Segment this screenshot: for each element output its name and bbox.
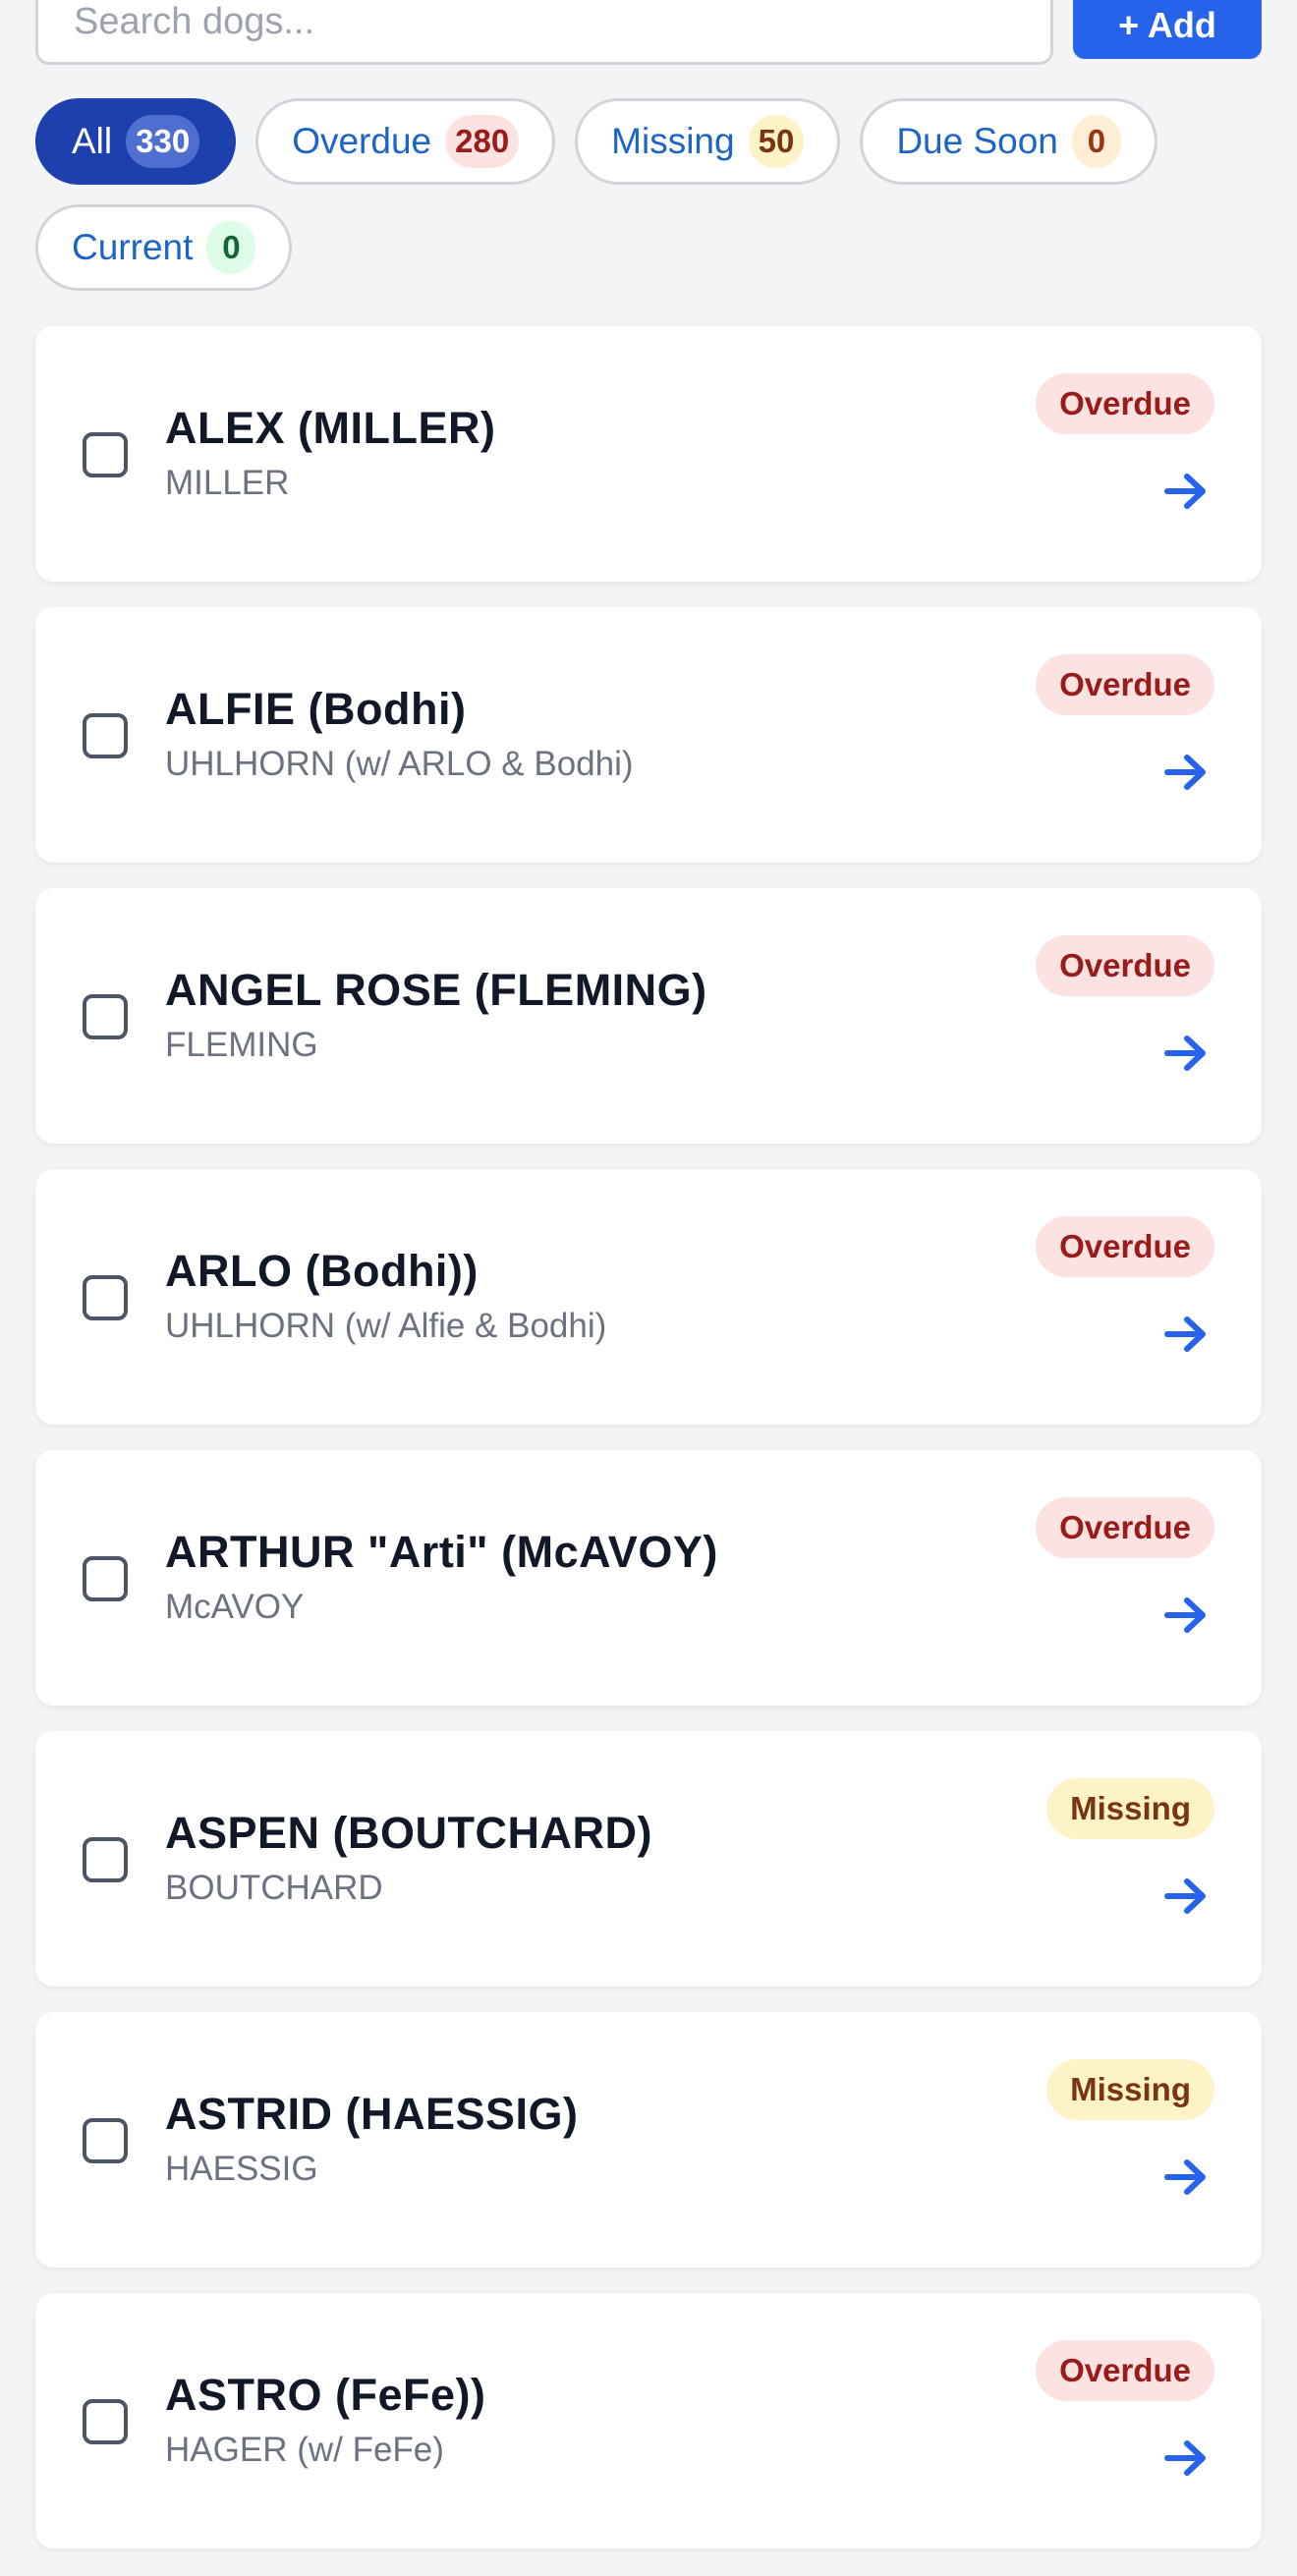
dog-card[interactable]: ASTRID (HAESSIG) HAESSIG Missing bbox=[35, 2012, 1262, 2268]
select-checkbox[interactable] bbox=[83, 1837, 128, 1882]
dog-card[interactable]: ARLO (Bodhi)) UHLHORN (w/ Alfie & Bodhi) O… bbox=[35, 1169, 1262, 1425]
status-badge: Overdue bbox=[1036, 1497, 1214, 1558]
owner-name: BOUTCHARD bbox=[165, 1869, 383, 1907]
select-checkbox[interactable] bbox=[83, 1556, 128, 1601]
arrow-right-icon[interactable] bbox=[1163, 1876, 1211, 1916]
status-badge: Missing bbox=[1046, 2059, 1214, 2120]
dog-name: ASTRO (FeFe)) bbox=[165, 2370, 486, 2420]
filter-chip-label: All bbox=[72, 121, 113, 161]
owner-name: HAGER (w/ FeFe) bbox=[165, 2431, 444, 2469]
dog-card[interactable]: ALFIE (Bodhi) UHLHORN (w/ ARLO & Bodhi) Ov… bbox=[35, 607, 1262, 863]
select-checkbox[interactable] bbox=[83, 1275, 128, 1320]
dog-card[interactable]: ALEX (MILLER) MILLER Overdue bbox=[35, 326, 1262, 582]
dog-name: ASPEN (BOUTCHARD) bbox=[165, 1808, 652, 1858]
status-badge: Overdue bbox=[1036, 1216, 1214, 1277]
filter-chip-count: 0 bbox=[206, 221, 256, 274]
arrow-right-icon[interactable] bbox=[1163, 1315, 1211, 1354]
owner-name: McAVOY bbox=[165, 1588, 305, 1626]
select-checkbox[interactable] bbox=[83, 2399, 128, 2444]
filter-chip-label: Current bbox=[72, 227, 194, 267]
filter-chip-count: 0 bbox=[1071, 115, 1121, 168]
status-badge: Missing bbox=[1046, 1778, 1214, 1839]
arrow-right-icon[interactable] bbox=[1163, 1596, 1211, 1635]
filter-chip-label: Missing bbox=[611, 121, 735, 161]
filter-chip-current[interactable]: Current 0 bbox=[35, 204, 293, 291]
arrow-right-icon[interactable] bbox=[1163, 2438, 1211, 2478]
dog-card[interactable]: ASTRO (FeFe)) HAGER (w/ FeFe) Overdue bbox=[35, 2293, 1262, 2548]
status-badge: Overdue bbox=[1036, 373, 1214, 434]
filter-chips: All 330 Overdue 280 Missing 50 Due Soon 0 Curren… bbox=[35, 98, 1264, 291]
filter-chip-count: 280 bbox=[445, 115, 520, 168]
filter-chip-count: 50 bbox=[748, 115, 805, 168]
status-badge: Overdue bbox=[1036, 654, 1214, 715]
dog-card[interactable]: ASPEN (BOUTCHARD) BOUTCHARD Missing bbox=[35, 1731, 1262, 1987]
filter-chip-label: Overdue bbox=[292, 121, 432, 161]
dog-name: ASTRID (HAESSIG) bbox=[165, 2089, 579, 2139]
arrow-right-icon[interactable] bbox=[1163, 753, 1211, 792]
owner-name: FLEMING bbox=[165, 1026, 318, 1064]
dog-name: ANGEL ROSE (FLEMING) bbox=[165, 965, 707, 1015]
status-badge: Overdue bbox=[1036, 2340, 1214, 2401]
arrow-right-icon[interactable] bbox=[1163, 1034, 1211, 1073]
arrow-right-icon[interactable] bbox=[1163, 2157, 1211, 2197]
search-input[interactable] bbox=[35, 0, 1053, 65]
owner-name: UHLHORN (w/ Alfie & Bodhi) bbox=[165, 1307, 607, 1345]
select-checkbox[interactable] bbox=[83, 432, 128, 477]
dog-list: ALEX (MILLER) MILLER Overdue ALFIE (Bodhi) U… bbox=[35, 326, 1262, 2574]
filter-chip-due-soon[interactable]: Due Soon 0 bbox=[860, 98, 1157, 185]
filter-chip-missing[interactable]: Missing 50 bbox=[575, 98, 841, 185]
dog-card[interactable]: ARTHUR "Arti" (McAVOY) McAVOY Overdue bbox=[35, 1450, 1262, 1706]
owner-name: HAESSIG bbox=[165, 2150, 318, 2188]
filter-chip-overdue[interactable]: Overdue 280 bbox=[255, 98, 556, 185]
filter-chip-count: 330 bbox=[126, 115, 200, 168]
arrow-right-icon[interactable] bbox=[1163, 472, 1211, 511]
select-checkbox[interactable] bbox=[83, 994, 128, 1039]
filter-chip-all[interactable]: All 330 bbox=[35, 98, 237, 185]
status-badge: Overdue bbox=[1036, 935, 1214, 996]
select-checkbox[interactable] bbox=[83, 2118, 128, 2163]
search-bar-row: + Add bbox=[35, 0, 1262, 65]
filter-chip-label: Due Soon bbox=[896, 121, 1058, 161]
add-dog-button[interactable]: + Add bbox=[1073, 0, 1262, 59]
dog-name: ALEX (MILLER) bbox=[165, 403, 496, 453]
owner-name: MILLER bbox=[165, 464, 290, 502]
dog-name: ARLO (Bodhi)) bbox=[165, 1246, 479, 1296]
dog-name: ARTHUR "Arti" (McAVOY) bbox=[165, 1527, 718, 1577]
dog-card[interactable]: ANGEL ROSE (FLEMING) FLEMING Overdue bbox=[35, 888, 1262, 1144]
dog-name: ALFIE (Bodhi) bbox=[165, 684, 467, 734]
owner-name: UHLHORN (w/ ARLO & Bodhi) bbox=[165, 745, 634, 783]
select-checkbox[interactable] bbox=[83, 713, 128, 758]
